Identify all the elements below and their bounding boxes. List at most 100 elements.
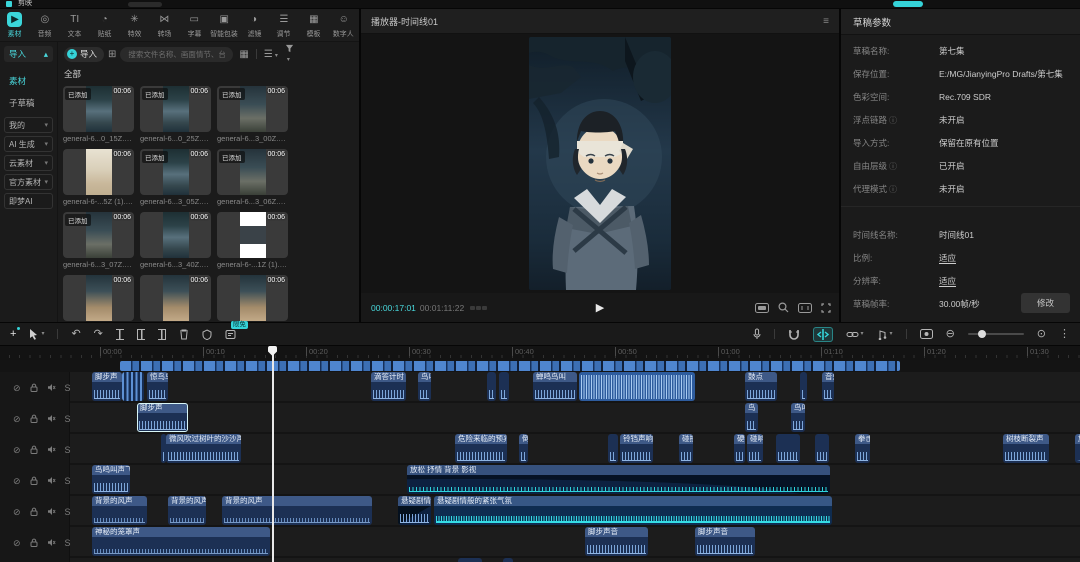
timeline-clip[interactable] (815, 434, 829, 463)
delete-icon[interactable] (179, 329, 189, 340)
track-solo-button[interactable]: S (65, 476, 71, 486)
media-item[interactable]: 00:06general-6-...1Z (1).mp4 (217, 212, 288, 269)
track-hide-icon[interactable]: ⊘ (13, 538, 21, 548)
track-mute-icon[interactable] (47, 507, 56, 516)
tab-素材[interactable]: ▶素材 (0, 12, 30, 39)
zoom-fit-icon[interactable]: ⊙ (1037, 328, 1046, 340)
sidebar-item-云素材[interactable]: 云素材▾ (4, 155, 53, 171)
tab-特效[interactable]: ✳特效 (120, 12, 150, 39)
import-button[interactable]: + 导入 (64, 47, 104, 62)
modify-button[interactable]: 修改 (1021, 293, 1070, 313)
track-mute-icon[interactable] (47, 414, 56, 423)
timeline-clip[interactable] (579, 372, 695, 401)
track-mute-icon[interactable] (47, 383, 56, 392)
timeline-clip[interactable]: 微风吹过树叶的沙沙声 (166, 434, 241, 463)
media-item[interactable]: 已添加00:06general-6...3_06Z.mp4 (217, 149, 288, 206)
track-solo-button[interactable]: S (65, 383, 71, 393)
track-solo-button[interactable]: S (65, 538, 71, 548)
track-solo-button[interactable]: S (65, 414, 71, 424)
timeline-zoom-slider[interactable] (968, 333, 1024, 335)
media-item[interactable]: 已添加00:06general-6...3_05Z.mp4 (140, 149, 211, 206)
undo-icon[interactable]: ↶ (71, 328, 80, 340)
track-hide-icon[interactable]: ⊘ (13, 414, 21, 424)
sidebar-item-我的[interactable]: 我的▾ (4, 117, 53, 133)
timeline-clip[interactable]: 碰撞 (679, 434, 693, 463)
tab-智能包装[interactable]: ▣智能包装 (209, 12, 239, 39)
timeline-clip[interactable] (800, 372, 807, 401)
zoom-out-icon[interactable]: ⊖ (946, 328, 955, 340)
track-lock-icon[interactable] (30, 538, 38, 547)
player-menu-icon[interactable]: ≡ (823, 16, 829, 27)
timeline-clip[interactable]: 碰响 (747, 434, 763, 463)
timeline-clip[interactable]: 倒 (519, 434, 528, 463)
media-item[interactable]: 00:06general-6-...5Z (1).mp4 (63, 149, 134, 206)
sidebar-item-官方素材[interactable]: 官方素材▾ (4, 174, 53, 190)
timeline-clip[interactable]: 旋律上升 (1075, 434, 1080, 463)
mask-icon[interactable] (202, 329, 212, 340)
sidebar-item-素材[interactable]: 素材 (0, 70, 57, 92)
media-item[interactable]: 已添加00:06general-6...3_07Z.mp4 (63, 212, 134, 269)
grid-view-icon[interactable]: ▦ (239, 49, 248, 60)
playhead[interactable] (272, 346, 274, 562)
smart-edit-icon[interactable]: 限免 (225, 329, 236, 340)
track-hide-icon[interactable]: ⊘ (13, 476, 21, 486)
titlebar-accent-button[interactable] (893, 1, 923, 7)
timeline-clip[interactable]: 音效 (822, 372, 834, 401)
sidebar-item-即梦AI[interactable]: 即梦AI (4, 193, 53, 209)
timeline-clip[interactable] (503, 558, 513, 562)
frame-grid-icon[interactable] (470, 306, 487, 310)
timeline-clip[interactable] (499, 372, 509, 401)
param-value[interactable]: 适应 (939, 252, 956, 264)
sidebar-item-AI 生成[interactable]: AI 生成▾ (4, 136, 53, 152)
track-mute-icon[interactable] (47, 476, 56, 485)
timeline-clip[interactable]: 鸟 (745, 403, 758, 432)
track-lock-icon[interactable] (30, 383, 38, 392)
timeline-clip[interactable]: 脚步声音 (585, 527, 648, 556)
tab-滤镜[interactable]: ◑滤镜 (239, 12, 269, 39)
sidebar-import-toggle[interactable]: 导入 ▴ (4, 46, 53, 62)
quality-badge-icon[interactable] (755, 303, 769, 313)
more-options-icon[interactable]: ⋮ (1059, 328, 1070, 340)
track-hide-icon[interactable]: ⊘ (13, 445, 21, 455)
media-item[interactable]: 00:06general-6...3_42Z.mp4 (217, 275, 288, 322)
track-hide-icon[interactable]: ⊘ (13, 383, 21, 393)
auto-beat-icon[interactable]: ▾ (877, 328, 893, 340)
tab-音频[interactable]: ◎音频 (30, 12, 60, 39)
timeline-clip[interactable]: 鸟叫 (418, 372, 431, 401)
split-icon[interactable] (116, 329, 124, 340)
media-item[interactable]: 已添加00:06general-6...0_25Z.mp4 (140, 86, 211, 143)
timeline-clip[interactable] (122, 372, 144, 401)
media-item[interactable]: 00:06general-6-...1Z (2).mp4 (63, 275, 134, 322)
filter-icon[interactable]: ▾ (285, 44, 294, 64)
timeline-clip[interactable]: 背景的风声 (168, 496, 206, 525)
timeline-clip[interactable]: 脚步声 (137, 403, 188, 432)
track-row[interactable] (70, 558, 1080, 562)
sort-icon[interactable]: ☰▾ (264, 49, 278, 60)
media-item[interactable]: 已添加00:06general-6...0_15Z.mp4 (63, 86, 134, 143)
track-mute-icon[interactable] (47, 445, 56, 454)
timeline-clip[interactable]: 蝉鸣鸟叫 (533, 372, 577, 401)
timeline-clip[interactable] (776, 434, 800, 463)
timeline-clip[interactable]: 危险来临的预兆感 (455, 434, 507, 463)
timeline-clip[interactable]: 背景的风声 (222, 496, 372, 525)
fullscreen-icon[interactable] (821, 303, 831, 313)
timeline-clip[interactable]: 硬物 (734, 434, 745, 463)
timeline-clip[interactable]: 惊鸟鸟叫 (147, 372, 168, 401)
tab-文本[interactable]: TI文本 (60, 12, 90, 39)
trim-left-icon[interactable] (137, 329, 145, 340)
track-lock-icon[interactable] (30, 445, 38, 454)
add-track-icon[interactable]: + (10, 328, 16, 340)
track-lock-icon[interactable] (30, 507, 38, 516)
redo-icon[interactable]: ↷ (94, 328, 103, 340)
timeline-clip[interactable]: 悬疑剧情般 (398, 496, 431, 525)
media-item[interactable]: 00:06general-6...3_41Z.mp4 (140, 275, 211, 322)
tab-贴纸[interactable]: ◔贴纸 (90, 12, 120, 39)
magnifier-icon[interactable] (778, 302, 789, 313)
track-row[interactable] (70, 403, 1080, 432)
timeline-clip[interactable]: 鸟鸣叫声飞 (92, 465, 130, 494)
track-mute-icon[interactable] (47, 538, 56, 547)
timeline[interactable]: 00:0000:1000:2000:3000:4000:5001:0001:10… (0, 346, 1080, 562)
sidebar-item-子草稿[interactable]: 子草稿 (0, 92, 57, 114)
canvas-ratio-icon[interactable] (798, 303, 812, 313)
tab-数字人[interactable]: ☺数字人 (329, 12, 359, 39)
